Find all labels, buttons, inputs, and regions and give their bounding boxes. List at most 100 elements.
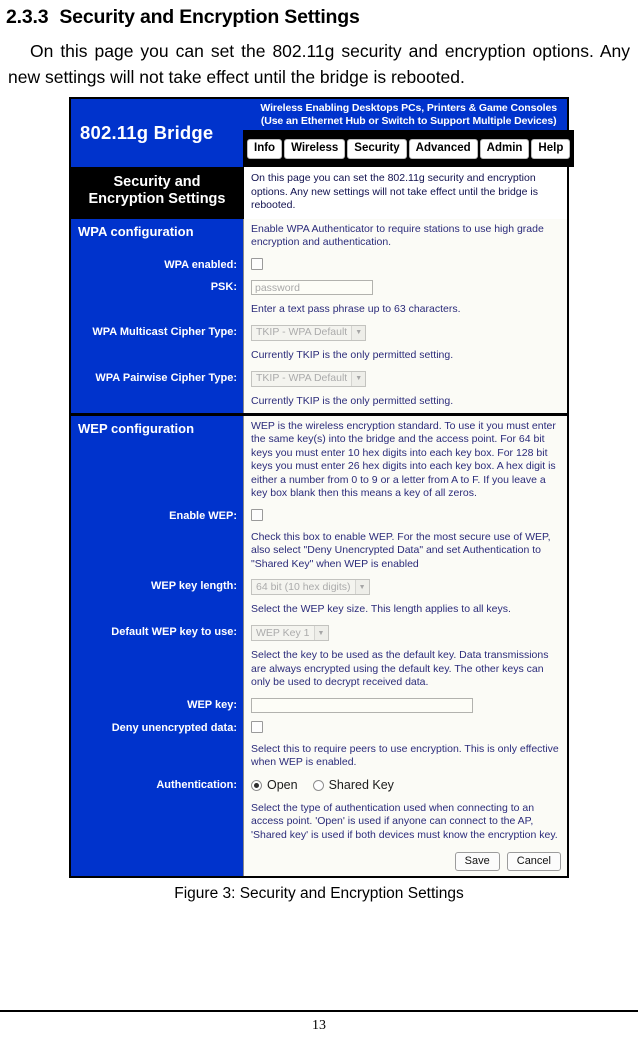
wep-key-row: WEP key: <box>71 693 567 717</box>
wep-key-cell <box>243 693 567 717</box>
chevron-down-icon: ▼ <box>351 371 366 386</box>
enable-wep-row: Enable WEP: <box>71 504 567 527</box>
enable-wep-checkbox[interactable] <box>251 508 263 521</box>
ui-banner: 802.11g Bridge Wireless Enabling Desktop… <box>71 99 575 167</box>
authentication-row: Authentication: Open Shared Key <box>71 773 567 798</box>
wpa-pairwise-cell: TKIP - WPA Default ▼ <box>243 366 567 391</box>
wep-key-input[interactable] <box>251 697 473 713</box>
deny-unencrypted-help-spacer <box>71 738 243 774</box>
footer-divider <box>0 1010 638 1012</box>
chevron-down-icon: ▼ <box>354 580 369 594</box>
button-row: Save Cancel <box>244 846 567 876</box>
tab-info[interactable]: Info <box>247 138 283 159</box>
wpa-multicast-help-text: Currently TKIP is the only permitted set… <box>243 344 567 367</box>
wpa-enabled-label: WPA enabled: <box>71 253 243 276</box>
tab-admin[interactable]: Admin <box>479 138 530 159</box>
ui-page-description: On this page you can set the 802.11g sec… <box>243 167 567 219</box>
wpa-enabled-row: WPA enabled: <box>71 253 567 276</box>
psk-cell: password <box>243 275 567 299</box>
banner-right: Wireless Enabling Desktops PCs, Printers… <box>243 99 575 167</box>
deny-unencrypted-help-row: Select this to require peers to use encr… <box>71 738 567 774</box>
figure-caption: Figure 3: Security and Encryption Settin… <box>174 885 464 902</box>
deny-unencrypted-label: Deny unencrypted data: <box>71 716 243 739</box>
default-wep-key-row: Default WEP key to use: WEP Key 1 ▼ <box>71 621 567 645</box>
page-title: 2.3.3 Security and Encryption Settings <box>0 0 638 29</box>
wep-key-length-cell: 64 bit (10 hex digits) ▼ <box>243 575 567 599</box>
enable-wep-label: Enable WEP: <box>71 504 243 527</box>
wep-section-header: WEP configuration WEP is the wireless en… <box>71 415 567 505</box>
wep-key-length-help-row: Select the WEP key size. This length app… <box>71 599 567 621</box>
wpa-pairwise-row: WPA Pairwise Cipher Type: TKIP - WPA Def… <box>71 366 567 391</box>
wpa-pairwise-help-text: Currently TKIP is the only permitted set… <box>243 390 567 413</box>
default-wep-key-label: Default WEP key to use: <box>71 621 243 645</box>
deny-unencrypted-checkbox[interactable] <box>251 720 263 733</box>
save-button[interactable]: Save <box>454 852 500 871</box>
section-title-text: Security and Encryption Settings <box>59 6 360 28</box>
authentication-cell: Open Shared Key <box>243 773 567 798</box>
page-number: 13 <box>312 1018 326 1033</box>
auth-open-radio[interactable] <box>251 779 262 791</box>
wpa-enabled-checkbox[interactable] <box>251 257 263 270</box>
action-buttons-spacer <box>71 846 243 876</box>
wpa-section-description: Enable WPA Authenticator to require stat… <box>243 218 567 254</box>
router-web-ui: 802.11g Bridge Wireless Enabling Desktop… <box>69 97 575 878</box>
wpa-multicast-value: TKIP - WPA Default <box>256 326 348 338</box>
nav-tabbar: Info Wireless Security Advanced Admin He… <box>243 130 575 167</box>
wpa-pairwise-value: TKIP - WPA Default <box>256 372 348 384</box>
enable-wep-cell <box>243 504 567 527</box>
tab-wireless[interactable]: Wireless <box>284 138 346 159</box>
wpa-pairwise-select[interactable]: TKIP - WPA Default ▼ <box>251 370 367 387</box>
psk-input[interactable]: password <box>251 279 373 295</box>
auth-open-label: Open <box>267 777 298 792</box>
wpa-multicast-help-row: Currently TKIP is the only permitted set… <box>71 344 567 367</box>
authentication-label: Authentication: <box>71 773 243 798</box>
wep-section-description: WEP is the wireless encryption standard.… <box>243 415 567 505</box>
tagline-line-2: (Use an Ethernet Hub or Switch to Suppor… <box>260 114 557 127</box>
wpa-section-label: WPA configuration <box>71 218 243 254</box>
default-wep-key-help-spacer <box>71 645 243 694</box>
wep-key-label: WEP key: <box>71 693 243 717</box>
wpa-pairwise-help-row: Currently TKIP is the only permitted set… <box>71 390 567 413</box>
tab-security[interactable]: Security <box>347 138 407 159</box>
wpa-pairwise-label: WPA Pairwise Cipher Type: <box>71 366 243 391</box>
psk-help-spacer <box>71 298 243 321</box>
tagline-line-1: Wireless Enabling Desktops PCs, Printers… <box>260 102 557 114</box>
wpa-multicast-row: WPA Multicast Cipher Type: TKIP - WPA De… <box>71 320 567 345</box>
wpa-multicast-select[interactable]: TKIP - WPA Default ▼ <box>251 324 367 341</box>
enable-wep-help-text: Check this box to enable WEP. For the mo… <box>243 526 567 575</box>
brand-logo: 802.11g Bridge <box>80 122 214 143</box>
chevron-down-icon: ▼ <box>313 626 328 640</box>
psk-help-row: Enter a text pass phrase up to 63 charac… <box>71 298 567 321</box>
authentication-help-text: Select the type of authentication used w… <box>243 797 567 846</box>
authentication-help-spacer <box>71 797 243 846</box>
authentication-help-row: Select the type of authentication used w… <box>71 797 567 846</box>
auth-shared-key-radio[interactable] <box>312 779 324 791</box>
enable-wep-help-spacer <box>71 526 243 575</box>
wpa-section-header: WPA configuration Enable WPA Authenticat… <box>71 218 567 254</box>
wpa-multicast-cell: TKIP - WPA Default ▼ <box>243 320 567 345</box>
wpa-pairwise-help-spacer <box>71 390 243 413</box>
tab-advanced[interactable]: Advanced <box>408 138 478 159</box>
auth-shared-key-label: Shared Key <box>328 777 394 792</box>
authentication-radio-group: Open Shared Key <box>251 778 561 794</box>
action-buttons-cell: Save Cancel <box>243 846 567 876</box>
deny-unencrypted-help-text: Select this to require peers to use encr… <box>243 738 567 774</box>
chevron-down-icon: ▼ <box>351 325 366 340</box>
wpa-enabled-cell <box>243 253 567 276</box>
page-title-strip: Security and Encryption Settings On this… <box>71 167 567 219</box>
cancel-button[interactable]: Cancel <box>506 852 561 871</box>
wep-section-label: WEP configuration <box>71 415 243 505</box>
wep-key-length-select[interactable]: 64 bit (10 hex digits) ▼ <box>251 579 370 595</box>
figure-container: 802.11g Bridge Wireless Enabling Desktop… <box>69 97 575 903</box>
section-number: 2.3.3 <box>6 6 49 28</box>
default-wep-key-select[interactable]: WEP Key 1 ▼ <box>251 625 329 641</box>
psk-row: PSK: password <box>71 275 567 299</box>
action-buttons-row: Save Cancel <box>71 846 567 876</box>
tab-help[interactable]: Help <box>531 138 571 159</box>
default-wep-key-help-row: Select the key to be used as the default… <box>71 645 567 694</box>
ui-page-title: Security and Encryption Settings <box>71 167 243 219</box>
default-wep-key-help-text: Select the key to be used as the default… <box>243 645 567 694</box>
deny-unencrypted-row: Deny unencrypted data: <box>71 716 567 739</box>
wep-key-length-value: 64 bit (10 hex digits) <box>256 580 351 593</box>
deny-unencrypted-cell <box>243 716 567 739</box>
